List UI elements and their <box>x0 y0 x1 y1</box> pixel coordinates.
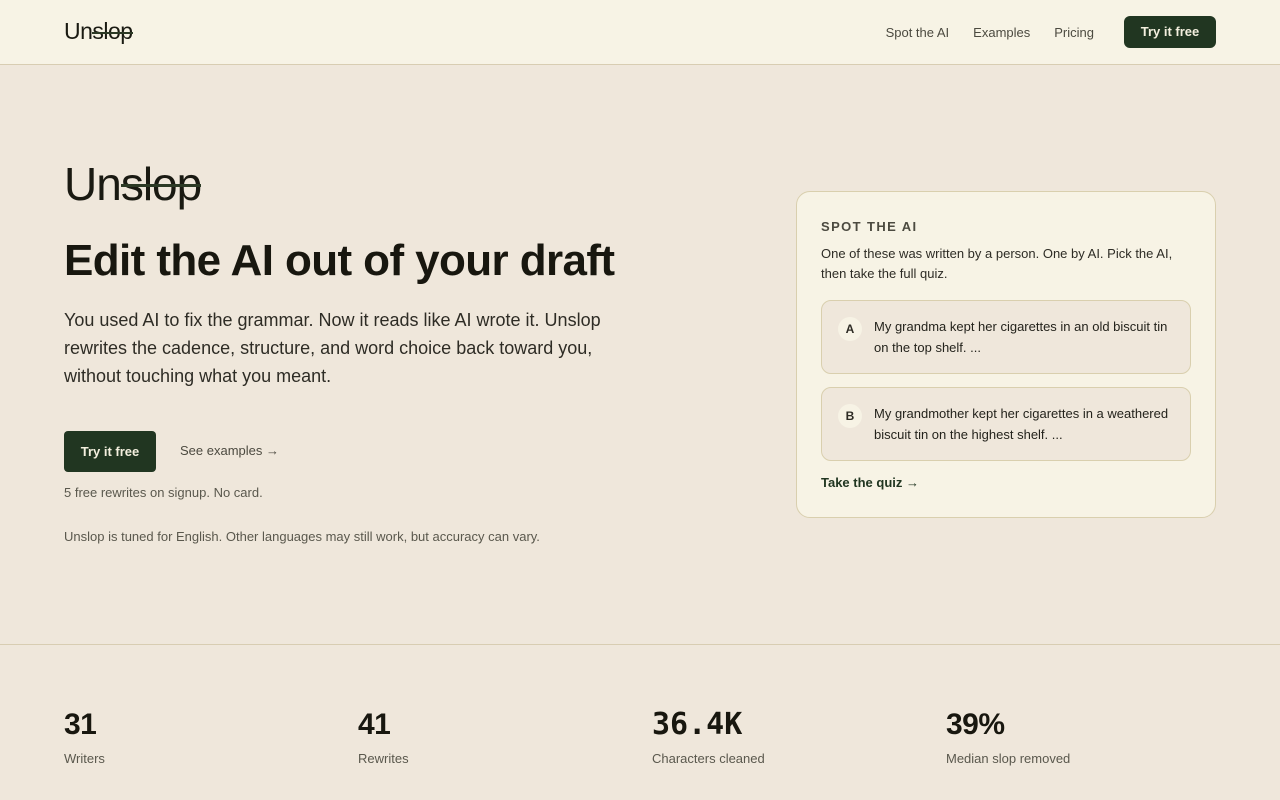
hero-try-free-button[interactable]: Try it free <box>64 431 156 472</box>
stat-value: 41 <box>358 708 391 741</box>
choice-b[interactable]: B My grandmother kept her cigarettes in … <box>821 387 1191 461</box>
spot-intro: One of these was written by a person. On… <box>821 246 1173 281</box>
nav-link-pricing[interactable]: Pricing <box>1054 25 1094 41</box>
nav-links: Spot the AI Examples Pricing <box>886 25 1094 41</box>
nav-logo-struck: slop <box>92 18 133 44</box>
choice-a-badge: A <box>838 317 862 341</box>
top-nav: Unslop Spot the AI Examples Pricing Try … <box>0 0 1280 65</box>
hero-description: You used AI to fix the grammar. Now it r… <box>64 310 601 386</box>
nav-try-free-button[interactable]: Try it free <box>1124 16 1216 48</box>
spot-the-ai-card: SPOT THE AI One of these was written by … <box>796 191 1216 518</box>
stat-label: Median slop removed <box>946 751 1071 766</box>
stat-median-slop-removed: 39% Median slop removed <box>946 705 1070 767</box>
stat-value: 31 <box>64 708 97 741</box>
hero-title: Edit the AI out of your draft <box>64 236 615 285</box>
stat-value: 36.4K <box>652 707 743 742</box>
stat-writers: 31 Writers <box>64 705 105 767</box>
signup-note: 5 free rewrites on signup. No card. <box>64 485 263 500</box>
choice-b-text: My grandmother kept her cigarettes in a … <box>874 406 1169 442</box>
stat-value: 39% <box>946 708 1005 741</box>
choice-a-text: My grandma kept her cigarettes in an old… <box>874 319 1168 355</box>
stat-rewrites: 41 Rewrites <box>358 705 409 767</box>
stat-label: Writers <box>64 751 105 766</box>
stat-characters-cleaned: 36.4K Characters cleaned <box>652 705 765 767</box>
see-examples-link[interactable]: See examples → <box>180 442 279 460</box>
take-quiz-link[interactable]: Take the quiz → <box>821 474 919 492</box>
spot-eyebrow: SPOT THE AI <box>821 219 918 234</box>
nav-link-spot-the-ai[interactable]: Spot the AI <box>886 25 950 41</box>
nav-logo-prefix: Un <box>64 18 93 44</box>
choice-b-badge: B <box>838 404 862 428</box>
stat-label: Rewrites <box>358 751 409 766</box>
stat-label: Characters cleaned <box>652 751 765 766</box>
choice-a[interactable]: A My grandma kept her cigarettes in an o… <box>821 300 1191 374</box>
section-divider <box>0 644 1280 645</box>
nav-link-examples[interactable]: Examples <box>973 25 1030 41</box>
hero-logo: Unslop <box>64 157 202 211</box>
hero-logo-struck: slop <box>120 158 202 210</box>
nav-logo[interactable]: Unslop <box>64 17 133 45</box>
language-note: Unslop is tuned for English. Other langu… <box>64 529 540 544</box>
hero-logo-prefix: Un <box>64 158 122 210</box>
